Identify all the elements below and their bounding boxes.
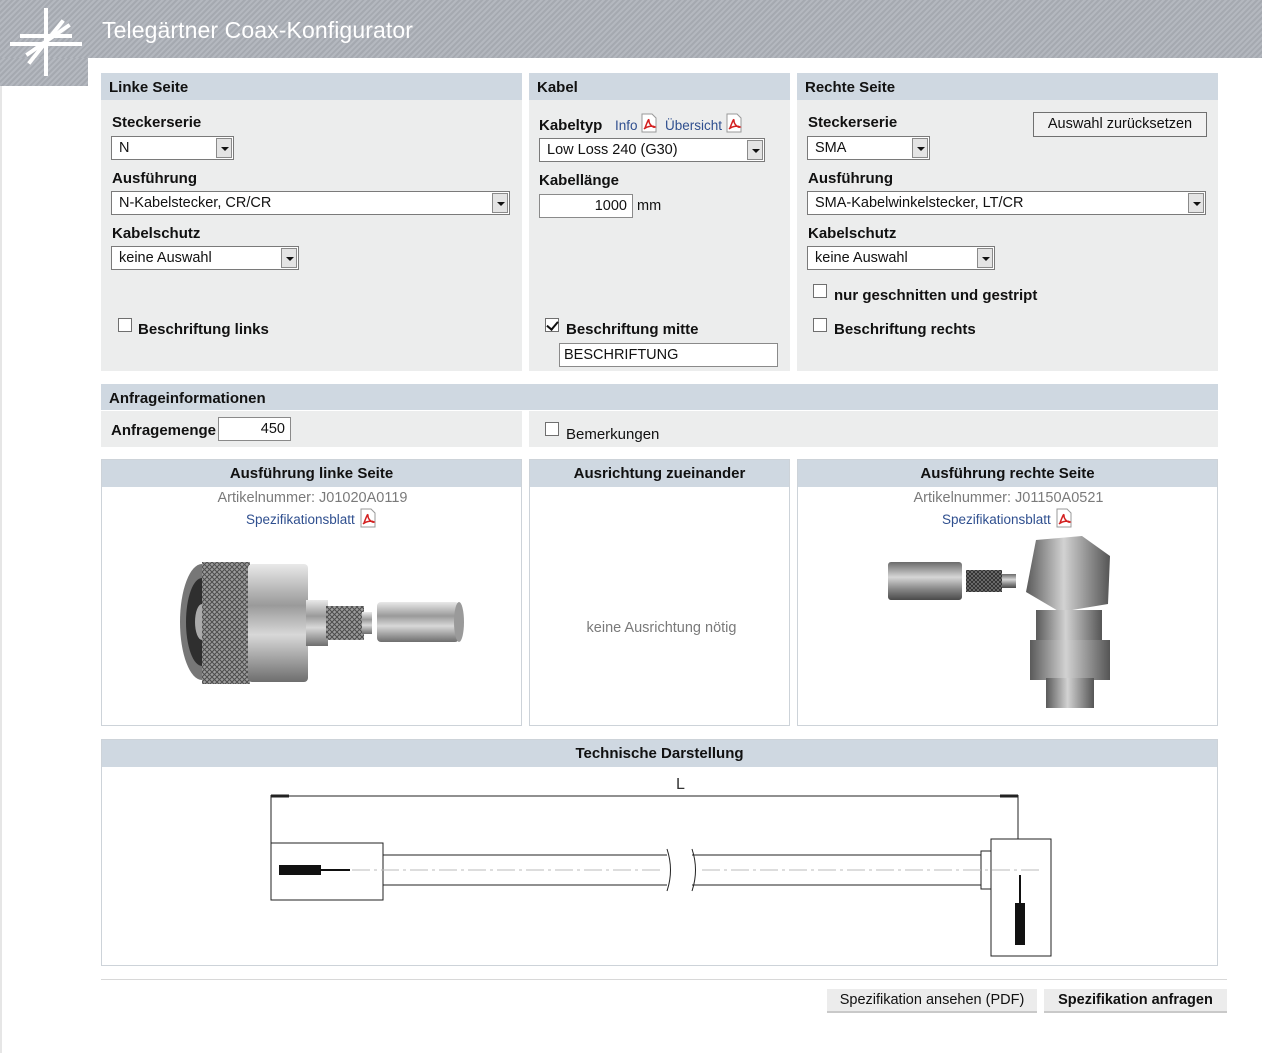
view-pdf-button[interactable]: Spezifikation ansehen (PDF) bbox=[827, 989, 1037, 1013]
chevron-down-icon[interactable] bbox=[492, 193, 508, 213]
cable-marking-text: BESCHRIFTUNG bbox=[564, 347, 679, 363]
remarks-checkbox[interactable] bbox=[545, 422, 559, 436]
right-protection-label: Kabelschutz bbox=[808, 225, 897, 242]
pdf-icon[interactable] bbox=[358, 508, 378, 528]
pdf-icon[interactable] bbox=[724, 113, 744, 133]
chevron-down-icon[interactable] bbox=[747, 140, 763, 160]
middle-detail-heading: Ausrichtung zueinander bbox=[530, 460, 789, 487]
right-protection-value: keine Auswahl bbox=[815, 250, 908, 266]
app-title: Telegärtner Coax-Konfigurator bbox=[102, 17, 414, 43]
left-series-value: N bbox=[119, 140, 130, 156]
right-marking-label: Beschriftung rechts bbox=[834, 321, 976, 338]
quantity-input[interactable]: 450 bbox=[218, 417, 291, 441]
left-marking-label: Beschriftung links bbox=[138, 321, 269, 338]
chevron-down-icon[interactable] bbox=[977, 248, 993, 268]
left-detail-heading: Ausführung linke Seite bbox=[102, 460, 521, 487]
quantity-value: 450 bbox=[260, 421, 285, 437]
left-type-value: N-Kabelstecker, CR/CR bbox=[119, 195, 272, 211]
cable-type-select[interactable]: Low Loss 240 (G30) bbox=[539, 138, 765, 162]
cable-marking-input[interactable]: BESCHRIFTUNG bbox=[559, 343, 778, 367]
left-protection-value: keine Auswahl bbox=[119, 250, 212, 266]
right-type-label: Ausführung bbox=[808, 170, 893, 187]
cable-length-label: Kabellänge bbox=[539, 172, 620, 189]
cable-type-value: Low Loss 240 (G30) bbox=[547, 142, 678, 158]
right-series-value: SMA bbox=[815, 140, 847, 156]
left-marking-checkbox[interactable] bbox=[118, 318, 132, 332]
n-connector-photo bbox=[180, 562, 464, 684]
quantity-label: Anfragemenge bbox=[111, 422, 217, 439]
cable-length-input[interactable]: 1000 bbox=[539, 194, 633, 218]
left-series-label: Steckerserie bbox=[112, 114, 202, 131]
left-detail-box: Ausführung linke Seite Artikelnummer: J0… bbox=[101, 459, 522, 726]
cable-marking-label: Beschriftung mitte bbox=[566, 321, 699, 338]
request-spec-button[interactable]: Spezifikation anfragen bbox=[1044, 989, 1227, 1013]
chevron-down-icon[interactable] bbox=[216, 138, 232, 158]
right-series-label: Steckerserie bbox=[808, 114, 898, 131]
sma-connector-photo bbox=[888, 536, 1110, 708]
left-article-number: Artikelnummer: J01020A0119 bbox=[217, 490, 408, 506]
right-side-panel: Rechte Seite Auswahl zurücksetzen Stecke… bbox=[797, 73, 1218, 371]
request-heading: Anfrageinformationen bbox=[101, 384, 1218, 410]
left-protection-label: Kabelschutz bbox=[112, 225, 201, 242]
cable-info-link[interactable]: Info bbox=[615, 118, 638, 133]
alignment-note: keine Ausrichtung nötig bbox=[586, 620, 737, 636]
right-side-heading: Rechte Seite bbox=[797, 73, 1218, 100]
telegaertner-logo-icon bbox=[10, 8, 82, 76]
right-series-select[interactable]: SMA bbox=[807, 136, 930, 160]
right-cut-checkbox[interactable] bbox=[813, 284, 827, 298]
right-type-select[interactable]: SMA-Kabelwinkelstecker, LT/CR bbox=[807, 191, 1206, 215]
cable-heading: Kabel bbox=[529, 73, 790, 100]
technical-drawing-heading: Technische Darstellung bbox=[102, 740, 1217, 767]
cable-overview-link[interactable]: Übersicht bbox=[665, 118, 722, 133]
right-detail-heading: Ausführung rechte Seite bbox=[798, 460, 1217, 487]
cable-length-unit: mm bbox=[637, 198, 662, 214]
pdf-icon[interactable] bbox=[639, 113, 659, 133]
cable-panel: Kabel Kabeltyp Info Übersicht Low Loss 2… bbox=[529, 73, 790, 371]
left-spec-link[interactable]: Spezifikationsblatt bbox=[246, 512, 355, 527]
actions-divider bbox=[101, 979, 1227, 980]
middle-detail-box: Ausrichtung zueinander keine Ausrichtung… bbox=[529, 459, 790, 726]
cable-type-label: Kabeltyp bbox=[539, 117, 603, 134]
chevron-down-icon[interactable] bbox=[912, 138, 928, 158]
cable-technical-drawing bbox=[270, 794, 1052, 957]
left-type-label: Ausführung bbox=[112, 170, 197, 187]
right-marking-checkbox[interactable] bbox=[813, 318, 827, 332]
chevron-down-icon[interactable] bbox=[1188, 193, 1204, 213]
pdf-icon[interactable] bbox=[1054, 508, 1074, 528]
left-protection-select[interactable]: keine Auswahl bbox=[111, 246, 299, 270]
right-article-number: Artikelnummer: J01150A0521 bbox=[913, 490, 1104, 506]
left-side-heading: Linke Seite bbox=[101, 73, 522, 100]
right-cut-label: nur geschnitten und gestript bbox=[834, 287, 1038, 304]
right-protection-select[interactable]: keine Auswahl bbox=[807, 246, 995, 270]
technical-drawing-box: Technische Darstellung L bbox=[101, 739, 1218, 966]
remarks-label: Bemerkungen bbox=[566, 426, 660, 443]
request-panel: Anfrageinformationen Anfragemenge 450 Be… bbox=[101, 384, 1218, 447]
right-spec-link[interactable]: Spezifikationsblatt bbox=[942, 512, 1051, 527]
reset-selection-button[interactable]: Auswahl zurücksetzen bbox=[1033, 112, 1207, 137]
chevron-down-icon[interactable] bbox=[281, 248, 297, 268]
right-detail-box: Ausführung rechte Seite Artikelnummer: J… bbox=[797, 459, 1218, 726]
left-rule bbox=[0, 86, 2, 1053]
right-type-value: SMA-Kabelwinkelstecker, LT/CR bbox=[815, 195, 1024, 211]
cable-length-value: 1000 bbox=[594, 198, 627, 214]
cable-marking-checkbox[interactable] bbox=[545, 318, 559, 332]
left-side-panel: Linke Seite Steckerserie N Ausführung N-… bbox=[101, 73, 522, 371]
left-type-select[interactable]: N-Kabelstecker, CR/CR bbox=[111, 191, 510, 215]
left-series-select[interactable]: N bbox=[111, 136, 234, 160]
